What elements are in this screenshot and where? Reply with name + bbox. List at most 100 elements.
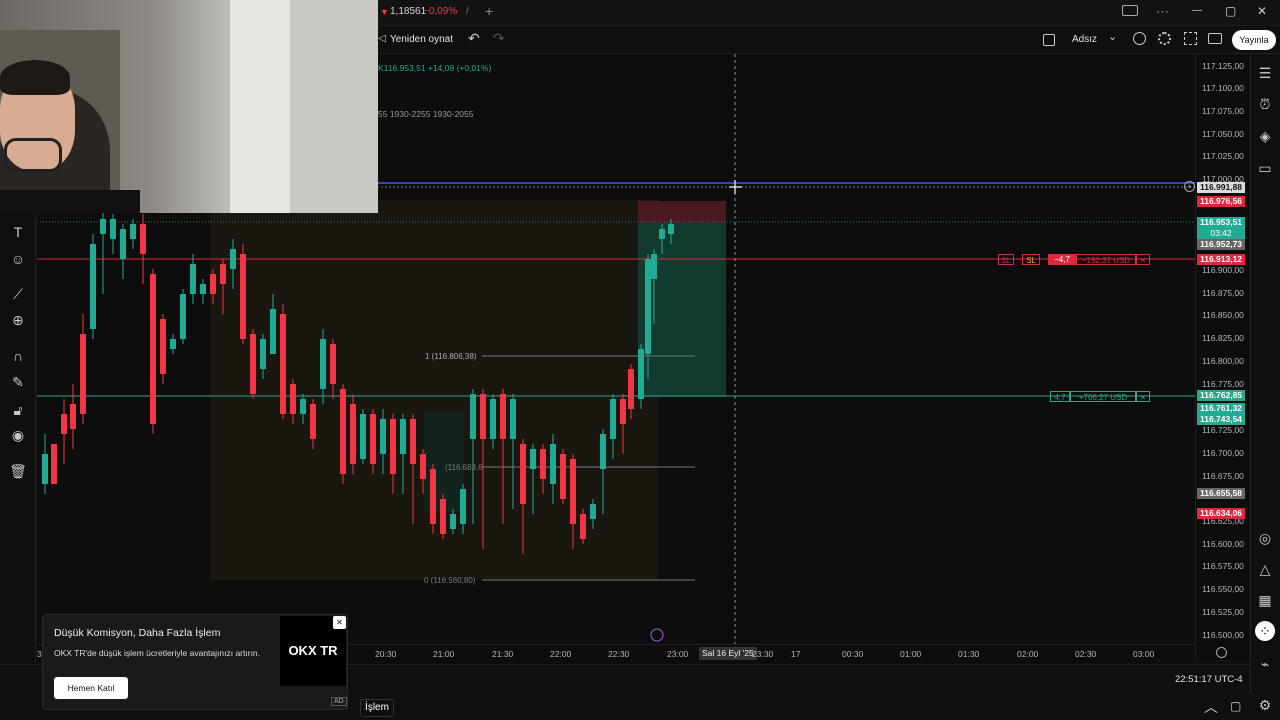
- add-tab-button[interactable]: +: [485, 3, 493, 19]
- symbol-price: 1,18561: [390, 6, 427, 17]
- broadcast-icon[interactable]: ⌁: [1255, 654, 1275, 674]
- ad-close-button[interactable]: ✕: [333, 616, 346, 629]
- magnet-icon[interactable]: ∩: [8, 346, 28, 366]
- calendar-icon[interactable]: ▦: [1255, 590, 1275, 610]
- time-tick: 22:30: [608, 649, 630, 659]
- add-alert-icon[interactable]: +: [1184, 181, 1195, 192]
- candle-body: [150, 274, 156, 424]
- expand-icon[interactable]: [1184, 32, 1197, 45]
- candle-body: [620, 399, 626, 424]
- ruler-icon[interactable]: ⟋: [8, 284, 28, 304]
- layers-icon[interactable]: ◈: [1255, 126, 1275, 146]
- eye-icon[interactable]: ◉: [8, 425, 28, 445]
- lock-icon[interactable]: 🔓︎: [8, 400, 28, 420]
- candle-body: [330, 344, 336, 384]
- sl-usd-label[interactable]: −192,37 USD: [1076, 254, 1136, 265]
- ad-body: OKX TR'de düşük işlem ücretleriyle avant…: [54, 648, 261, 658]
- collapse-up-icon[interactable]: ︿: [1204, 697, 1218, 717]
- legend-price: K116.953,51 +14,09 (+0,01%): [378, 63, 492, 73]
- green-price-tag-2: 116.761,32: [1197, 403, 1245, 414]
- tp-points-label[interactable]: 4,7: [1050, 391, 1070, 402]
- price-tick: 116.825,00: [1202, 333, 1244, 343]
- trash-icon[interactable]: 🗑︎: [8, 461, 28, 481]
- minimize-button[interactable]: —: [1192, 5, 1202, 16]
- chevron-down-icon[interactable]: ⌄: [1108, 30, 1117, 43]
- candle-body: [120, 229, 126, 259]
- tp-close-icon[interactable]: ✕: [1136, 391, 1150, 402]
- camera-icon[interactable]: [1208, 33, 1222, 44]
- collapse-icon[interactable]: ◁: [378, 33, 386, 44]
- candle-body: [51, 444, 57, 484]
- zoom-icon[interactable]: ⊕: [8, 310, 28, 330]
- close-button[interactable]: ✕: [1257, 4, 1267, 18]
- ad-card[interactable]: Düşük Komisyon, Daha Fazla İşlem OKX TR'…: [42, 614, 348, 710]
- candle-body: [570, 459, 576, 524]
- gray-price-tag-2: 116.655,58: [1197, 488, 1245, 499]
- fib-label-0: 0 (116.560,80): [424, 576, 476, 585]
- maximize-button[interactable]: ▢: [1225, 4, 1236, 18]
- gray-price-tag-1: 116.952,73: [1197, 239, 1245, 250]
- emoji-icon[interactable]: ☺: [8, 249, 28, 269]
- app-root: ▼ 1,18561 −0,09% / + ⋯ — ▢ ✕ ◁ Yeniden o…: [0, 0, 1280, 720]
- target-icon[interactable]: ◎: [1255, 528, 1275, 548]
- candle-body: [220, 264, 226, 284]
- candle-body: [430, 469, 436, 524]
- candle-body: [520, 444, 526, 504]
- time-tick: 03:00: [1133, 649, 1155, 659]
- time-tick: 22:00: [550, 649, 572, 659]
- search-icon[interactable]: [1133, 32, 1146, 45]
- time-tick: 20:30: [375, 649, 397, 659]
- publish-button[interactable]: Yayınla: [1232, 30, 1276, 50]
- time-tick: 00:30: [842, 649, 864, 659]
- position-stop-zone: [638, 201, 726, 223]
- sl-label[interactable]: SL: [1022, 254, 1040, 265]
- time-tick: 23:00: [667, 649, 689, 659]
- redo-icon[interactable]: ↷: [493, 30, 505, 47]
- tab-trade[interactable]: İşlem: [360, 699, 394, 717]
- price-tick: 117.075,00: [1202, 106, 1244, 116]
- sl-points-label[interactable]: −4,7: [1048, 254, 1076, 265]
- replay-button[interactable]: Yeniden oynat: [390, 34, 453, 45]
- candle-body: [170, 339, 176, 349]
- red-top-price-tag: 116.976,56: [1197, 196, 1245, 207]
- maximize-panel-icon[interactable]: ▢: [1230, 699, 1241, 713]
- alert-icon[interactable]: ⏰︎: [1255, 94, 1275, 114]
- candle-body: [638, 349, 644, 399]
- legend-session: 55 1930-2255 1930-2055: [378, 109, 474, 119]
- price-tick: 116.550,00: [1202, 584, 1244, 594]
- grid-icon[interactable]: ⁘: [1255, 621, 1275, 641]
- axis-settings-icon[interactable]: [1216, 647, 1227, 658]
- lock-drawing-icon[interactable]: ✎: [8, 372, 28, 392]
- watchlist-icon[interactable]: ☰: [1255, 63, 1275, 83]
- candle-body: [100, 219, 106, 234]
- join-now-button[interactable]: Hemen Katıl: [54, 677, 128, 699]
- fullscreen-box-icon[interactable]: [1043, 34, 1055, 46]
- candle-body: [360, 414, 366, 459]
- undo-icon[interactable]: ↶: [468, 30, 480, 47]
- price-axis[interactable]: + 117.125,00 117.100,00 117.075,00 117.050,…: [1184, 54, 1250, 660]
- price-tick: 116.850,00: [1202, 310, 1244, 320]
- tp-usd-label[interactable]: +706,27 USD: [1070, 391, 1136, 402]
- more-icon[interactable]: ⋯: [1156, 4, 1169, 20]
- text-icon[interactable]: T: [8, 222, 28, 242]
- price-tick: 116.775,00: [1202, 379, 1244, 389]
- candle-body: [628, 369, 634, 409]
- stop-loss-price-tag: 116.913,12: [1197, 254, 1245, 265]
- candle-body: [250, 334, 256, 394]
- candle-body: [480, 394, 486, 439]
- clock[interactable]: 22:51:17 UTC-4: [1175, 674, 1243, 685]
- sl-close-icon[interactable]: ✕: [1136, 254, 1150, 265]
- candle-body: [610, 399, 616, 439]
- crosshair-price-tag: 116.991,88: [1197, 182, 1245, 193]
- bolt-icon[interactable]: [650, 628, 664, 642]
- candle-body: [370, 414, 376, 464]
- layout-name[interactable]: Adsız: [1072, 34, 1097, 45]
- candle-body: [668, 224, 674, 234]
- sl-qty-label[interactable]: 1L: [998, 254, 1014, 265]
- position-target-zone: [638, 223, 726, 397]
- settings-icon[interactable]: ⚙︎: [1255, 695, 1275, 715]
- gear-icon[interactable]: [1158, 32, 1171, 45]
- triangle-icon[interactable]: △: [1255, 559, 1275, 579]
- layout-icon[interactable]: [1122, 5, 1138, 16]
- chat-icon[interactable]: ▭: [1255, 158, 1275, 178]
